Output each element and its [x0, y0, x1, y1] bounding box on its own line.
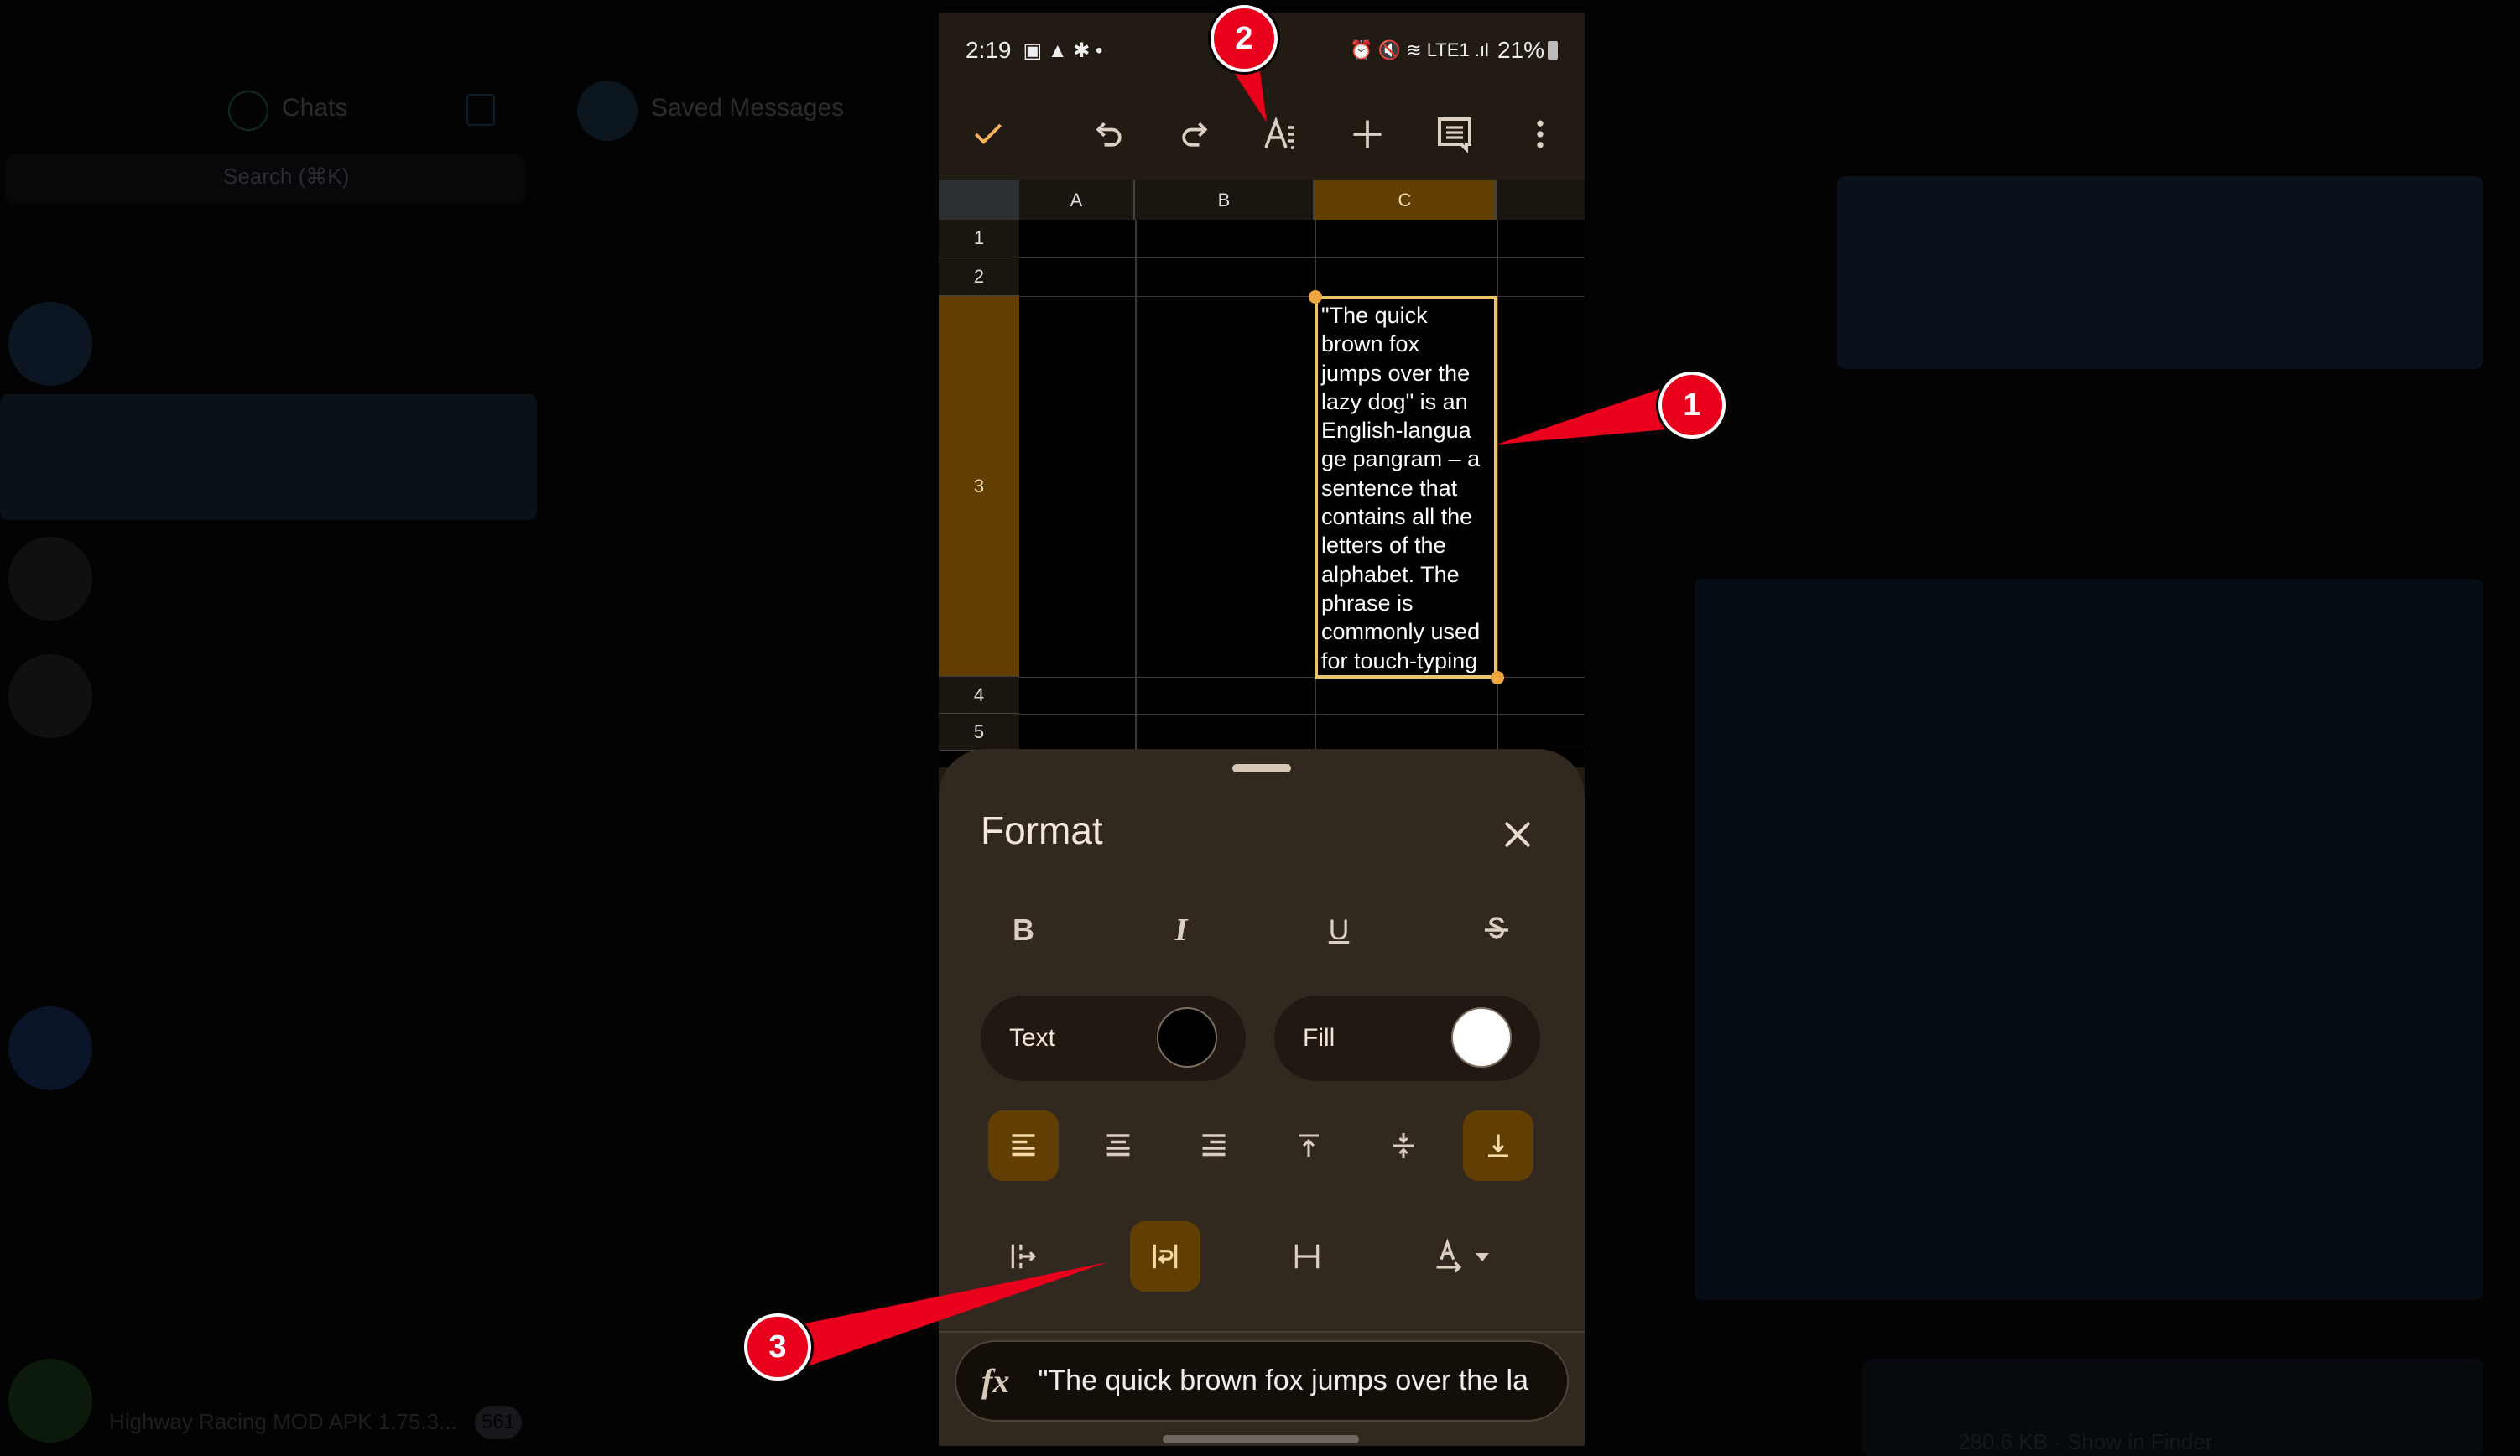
annotation-3: 3 — [744, 1313, 811, 1381]
annotation-1: 1 — [1658, 372, 1726, 439]
pointer-1 — [1497, 386, 1686, 445]
annotation-pointers — [797, 59, 1686, 1367]
annotation-2: 2 — [1211, 5, 1278, 72]
pointer-3 — [797, 1262, 1107, 1367]
